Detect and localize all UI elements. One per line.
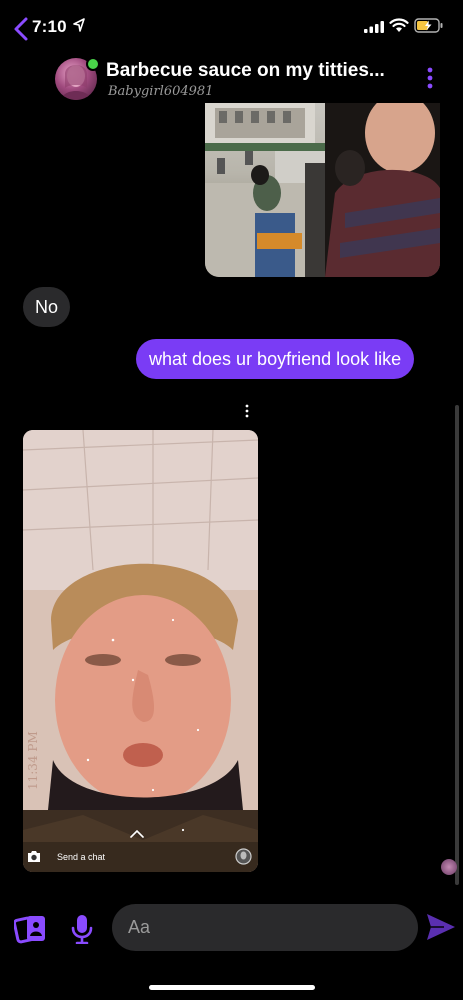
bitmoji-circle-icon[interactable] (235, 848, 252, 865)
snap-image: 11:34 PM (23, 430, 258, 872)
cards-icon[interactable] (14, 913, 48, 945)
send-a-chat-label[interactable]: Send a chat (57, 852, 105, 862)
chat-username: Babygirl604981 (108, 84, 214, 99)
message-options-icon[interactable] (244, 404, 250, 418)
send-icon[interactable] (426, 913, 456, 941)
more-options-icon[interactable] (426, 66, 434, 90)
battery-charging-icon (414, 18, 443, 33)
message-bubble-received[interactable]: No (23, 287, 71, 327)
photo-message[interactable] (205, 103, 440, 277)
snap-reply-bar: Send a chat (23, 830, 258, 872)
read-receipt-avatar (441, 859, 457, 875)
wifi-icon (389, 18, 409, 32)
message-bubble-sent[interactable]: what does ur boyfriend look like (136, 339, 415, 379)
status-bar: 7:10 (0, 0, 463, 50)
composer-bar (0, 895, 463, 965)
camera-icon[interactable] (27, 850, 41, 863)
status-time: 7:10 (32, 17, 67, 36)
cellular-signal-icon (364, 21, 384, 33)
back-chevron-icon[interactable] (10, 16, 32, 42)
online-status-dot (86, 57, 100, 71)
home-indicator[interactable] (149, 985, 315, 990)
chevron-up-icon[interactable] (130, 830, 144, 838)
photo-image (205, 103, 440, 277)
location-arrow-icon (73, 18, 85, 32)
chat-title[interactable]: Barbecue sauce on my titties... (106, 60, 385, 82)
snap-message[interactable]: 11:34 PM Send a chat (23, 430, 258, 872)
mic-icon[interactable] (71, 914, 93, 944)
svg-text:11:34 PM: 11:34 PM (26, 731, 40, 790)
scrollbar[interactable] (455, 405, 459, 885)
chat-message-input[interactable] (112, 904, 418, 951)
